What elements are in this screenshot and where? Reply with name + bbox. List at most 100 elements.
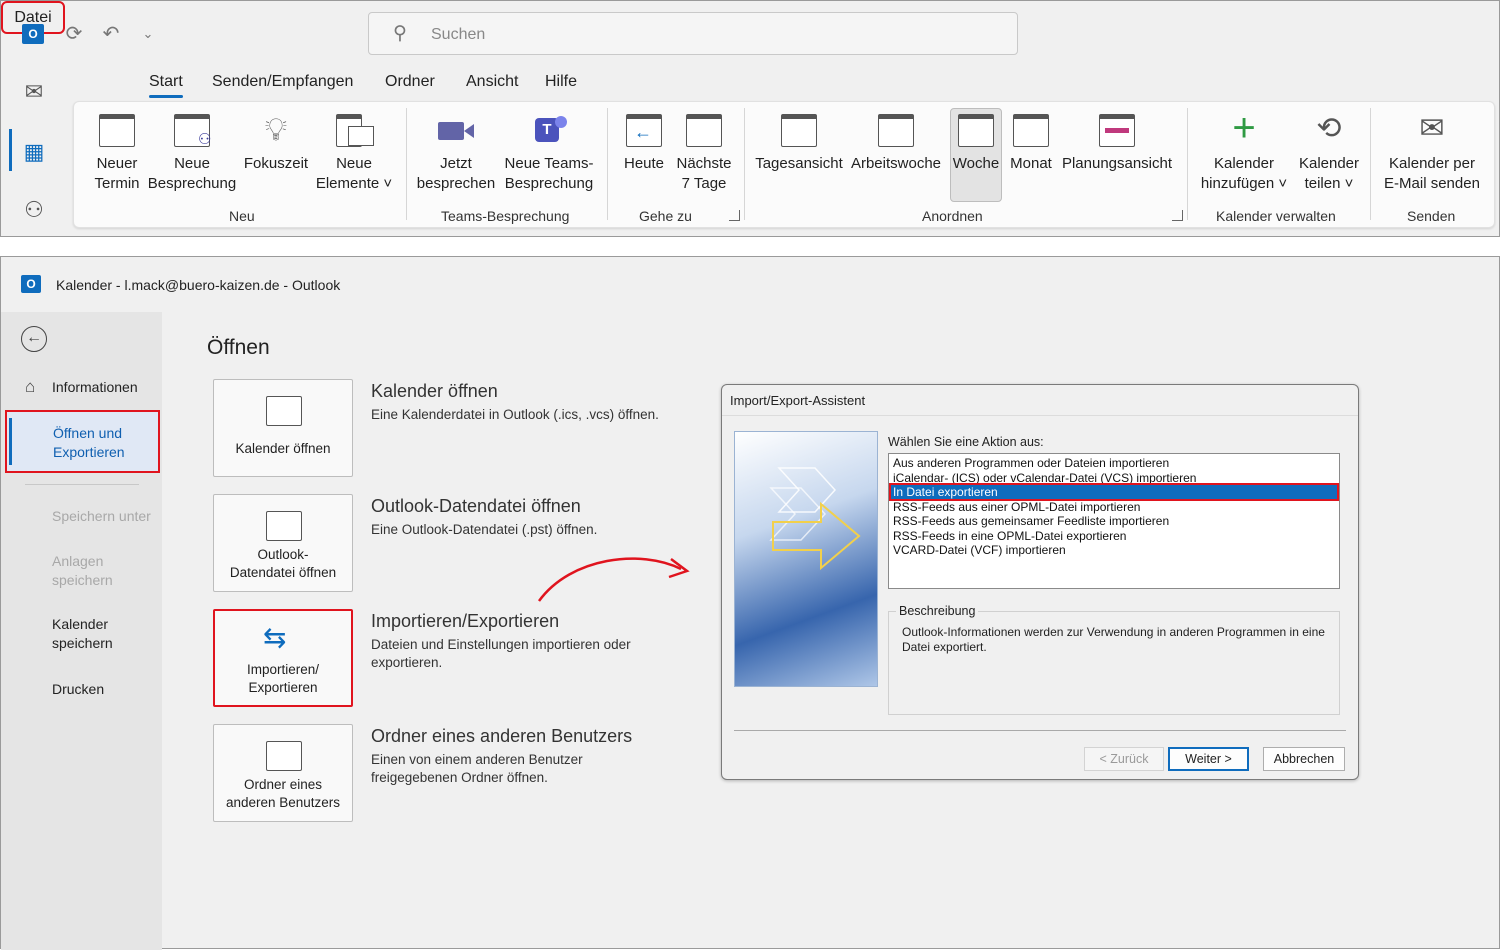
tab-ordner[interactable]: Ordner: [385, 73, 435, 91]
mail-icon[interactable]: ✉: [20, 79, 48, 107]
folder-icon: [266, 396, 302, 426]
group-label-gehezu: Gehe zu: [639, 208, 692, 224]
tab-senden-empfangen[interactable]: Senden/Empfangen: [212, 73, 353, 91]
tab-hilfe[interactable]: Hilfe: [545, 73, 577, 91]
ribbon-panel: Neuer Termin ⚇ Neue Besprechung 💡︎ Fokus…: [73, 101, 1495, 228]
day-view-button[interactable]: Tagesansicht: [754, 110, 844, 174]
home-icon: ⌂: [25, 377, 36, 396]
group-separator: [1370, 108, 1371, 220]
search-box[interactable]: ⚲ Suchen: [368, 12, 1018, 55]
search-icon: ⚲: [393, 23, 407, 44]
new-meeting-button[interactable]: ⚇ Neue Besprechung: [146, 110, 238, 194]
sidebar-item-oeffnen-exportieren[interactable]: Öffnen und Exportieren: [5, 410, 160, 473]
list-item[interactable]: RSS-Feeds aus gemeinsamer Feedliste impo…: [891, 514, 1337, 528]
sidebar-item-drucken[interactable]: Drucken: [52, 680, 104, 699]
ribbon-window: O ⟳ ↶ ⌄ ⚲ Suchen Datei Start Senden/Empf…: [0, 0, 1500, 237]
sidebar-item-speichern-unter: Speichern unter: [52, 508, 151, 524]
group-separator: [406, 108, 407, 220]
folder-icon: [266, 511, 302, 541]
window-title: Kalender - l.mack@buero-kaizen.de - Outl…: [56, 277, 341, 293]
dialog-launcher-icon[interactable]: [729, 210, 740, 221]
new-appointment-button[interactable]: Neuer Termin: [88, 110, 146, 194]
week-button[interactable]: Woche: [950, 110, 1002, 174]
open-datafile-card-label: Outlook- Datendatei öffnen: [229, 547, 337, 580]
list-item[interactable]: RSS-Feeds in eine OPML-Datei exportieren: [891, 529, 1337, 543]
open-calendar-card-label: Kalender öffnen: [235, 441, 331, 456]
back-arrow-icon[interactable]: ←: [21, 326, 47, 352]
meet-now-button[interactable]: Jetzt besprechen: [415, 110, 497, 194]
teams-icon: T: [531, 110, 567, 148]
tab-ansicht[interactable]: Ansicht: [466, 73, 518, 91]
mail-icon: ✉: [1419, 112, 1445, 145]
sidebar-item-informationen[interactable]: Informationen: [52, 378, 138, 397]
month-button[interactable]: Monat: [1006, 110, 1056, 174]
cancel-button[interactable]: Abbrechen: [1263, 747, 1345, 771]
share-calendar-button[interactable]: ⟲ Kalender teilen ˅: [1296, 110, 1362, 194]
customize-chevron-icon[interactable]: ⌄: [135, 21, 161, 47]
meeting-icon: ⚇: [174, 110, 211, 148]
calendar-week-icon: [686, 110, 722, 148]
focus-time-button[interactable]: 💡︎ Fokuszeit: [240, 110, 312, 174]
page-title: Öffnen: [207, 336, 270, 359]
schedule-view-button[interactable]: Planungsansicht: [1060, 110, 1174, 174]
open-datafile-card[interactable]: Outlook- Datendatei öffnen: [213, 494, 353, 592]
new-items-icon: [336, 110, 374, 148]
new-items-label: Neue Elemente ˅: [315, 155, 393, 192]
today-label: Heute: [623, 155, 665, 172]
import-export-card[interactable]: ⇆ Importieren/ Exportieren: [213, 609, 353, 707]
calendar-week-icon: [958, 110, 994, 148]
dialog-launcher-icon[interactable]: [1172, 210, 1183, 221]
email-calendar-button[interactable]: ✉ Kalender per E-Mail senden: [1380, 110, 1484, 194]
title-divider: [722, 415, 1358, 416]
import-export-dialog: Import/Export-Assistent Wählen Sie eine …: [721, 384, 1359, 780]
group-label-anordnen: Anordnen: [922, 208, 983, 224]
share-calendar-label: Kalender teilen ˅: [1298, 155, 1360, 192]
calendar-day-icon: [781, 110, 817, 148]
next-7-days-button[interactable]: Nächste 7 Tage: [672, 110, 736, 194]
list-item[interactable]: RSS-Feeds aus einer OPML-Datei importier…: [891, 500, 1337, 514]
focus-time-label: Fokuszeit: [243, 155, 309, 172]
calendar-icon[interactable]: ▦: [20, 139, 48, 167]
new-items-button[interactable]: Neue Elemente ˅: [312, 110, 396, 194]
group-label-teams: Teams-Besprechung: [441, 208, 570, 224]
calendar-schedule-icon: [1099, 110, 1135, 148]
list-item[interactable]: iCalendar- (ICS) oder vCalendar-Datei (V…: [891, 471, 1337, 485]
list-item-selected[interactable]: In Datei exportieren: [889, 483, 1339, 501]
schedule-view-label: Planungsansicht: [1061, 155, 1173, 172]
new-appointment-label: Neuer Termin: [94, 155, 140, 192]
action-listbox[interactable]: Aus anderen Programmen oder Dateien impo…: [888, 453, 1340, 589]
sidebar-divider: [25, 484, 139, 485]
people-icon[interactable]: ⚇: [20, 197, 48, 225]
new-teams-meeting-button[interactable]: T Neue Teams- Besprechung: [500, 110, 598, 194]
plus-icon: +: [1232, 106, 1256, 150]
selection-bar: [9, 418, 12, 465]
annotation-arrow-icon: [537, 557, 690, 602]
today-button[interactable]: ← Heute: [618, 110, 670, 174]
option-title: Importieren/Exportieren: [371, 611, 560, 631]
list-item[interactable]: Aus anderen Programmen oder Dateien impo…: [891, 456, 1337, 470]
shared-folder-card[interactable]: Ordner eines anderen Benutzers: [213, 724, 353, 822]
add-calendar-button[interactable]: + Kalender hinzufügen ˅: [1196, 106, 1292, 194]
new-meeting-label: Neue Besprechung: [147, 155, 237, 192]
shared-folder-icon: [266, 741, 302, 771]
swap-arrows-icon: ⇆: [263, 622, 287, 653]
work-week-button[interactable]: Arbeitswoche: [848, 110, 944, 174]
calendar-month-icon: [1013, 110, 1049, 148]
tab-start[interactable]: Start: [149, 73, 183, 98]
group-label-verwalten: Kalender verwalten: [1216, 208, 1336, 224]
back-button: < Zurück: [1084, 747, 1164, 771]
group-separator: [607, 108, 608, 220]
sidebar-item-anlagen-speichern: Anlagen speichern: [52, 553, 113, 588]
undo-icon[interactable]: ↶: [98, 21, 124, 47]
outlook-icon: O: [20, 21, 46, 47]
sidebar-item-label: Öffnen und Exportieren: [53, 425, 125, 460]
list-item[interactable]: VCARD-Datei (VCF) importieren: [891, 543, 1337, 557]
week-label: Woche: [952, 155, 1000, 172]
sidebar-item-kalender-speichern[interactable]: Kalender speichern: [52, 615, 113, 653]
description-text: Outlook-Informationen werden zur Verwend…: [902, 625, 1325, 654]
open-calendar-card[interactable]: Kalender öffnen: [213, 379, 353, 477]
group-label-senden: Senden: [1407, 208, 1456, 224]
calendar-icon: [99, 110, 135, 148]
next-button[interactable]: Weiter >: [1168, 747, 1249, 771]
sync-icon[interactable]: ⟳: [61, 21, 87, 47]
